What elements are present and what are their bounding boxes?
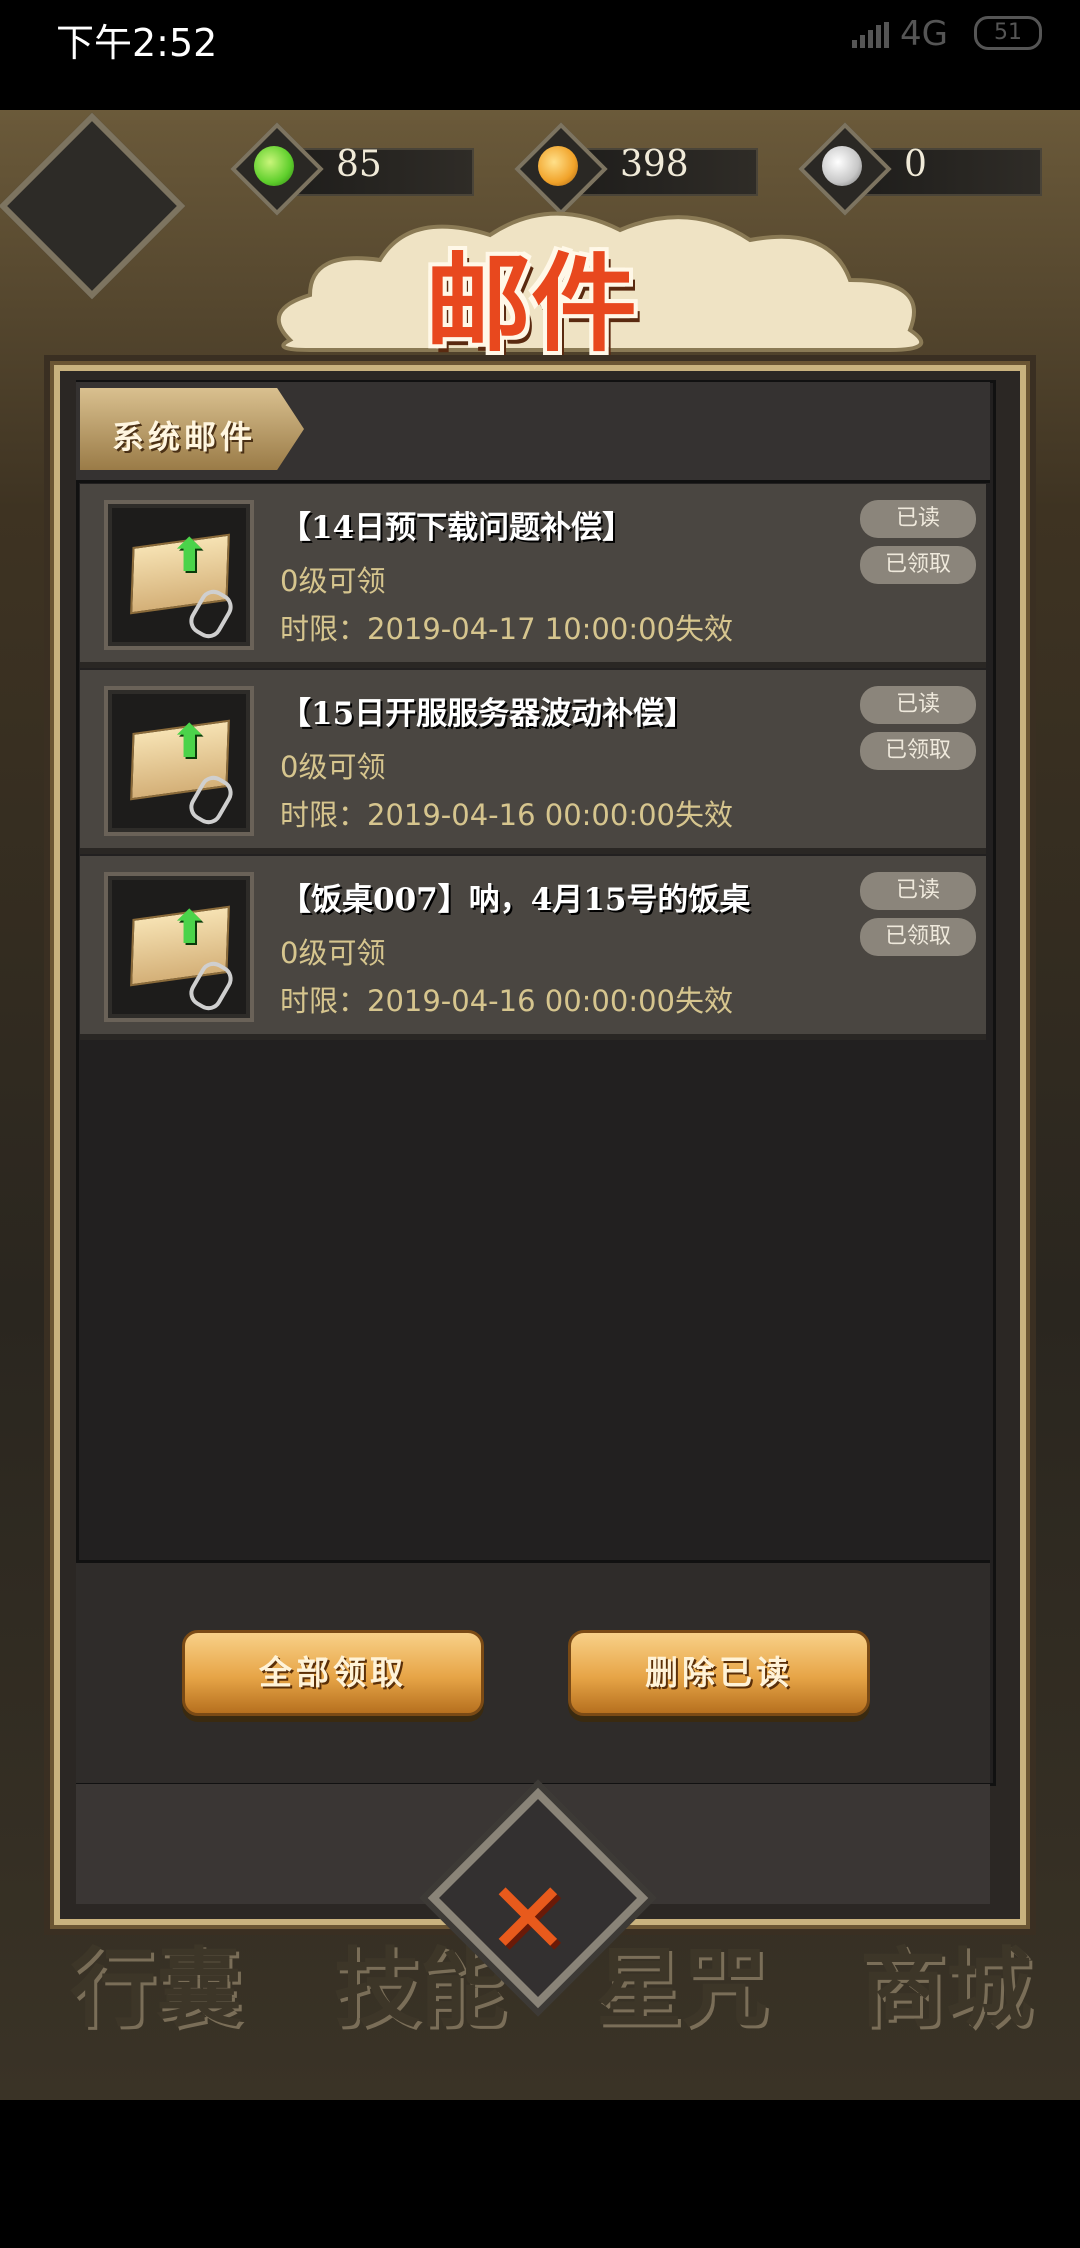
battery-icon: 51	[974, 16, 1042, 50]
mail-level: 0级可领	[280, 936, 386, 970]
mail-item[interactable]: ⬆ 【15日开服服务器波动补偿】 0级可领 时限：2019-04-16 00:0…	[80, 670, 986, 854]
close-icon[interactable]: ✕	[486, 1860, 570, 1977]
status-time: 下午2:52	[56, 21, 218, 65]
jade-value: 85	[336, 144, 382, 185]
silver-coin-icon	[798, 122, 892, 216]
read-badge: 已读	[860, 872, 976, 910]
mail-title: 【饭桌007】呐，4月15号的饭桌	[280, 882, 751, 918]
mail-expire: 时限：2019-04-16 00:00:00失效	[280, 798, 733, 832]
mail-icon-frame: ⬆	[104, 872, 254, 1022]
gold-coin-icon	[514, 122, 608, 216]
mail-icon-frame: ⬆	[104, 686, 254, 836]
mail-expire: 时限：2019-04-17 10:00:00失效	[280, 612, 733, 646]
bottom-bar	[0, 2100, 1080, 2248]
gold-orb	[538, 146, 578, 186]
gold-value: 398	[620, 144, 689, 185]
nav-bag[interactable]: 行囊	[70, 1918, 242, 2043]
jade-orb	[254, 146, 294, 186]
read-badge: 已读	[860, 686, 976, 724]
mail-item[interactable]: ⬆ 【14日预下载问题补偿】 0级可领 时限：2019-04-17 10:00:…	[80, 484, 986, 668]
mail-title: 【15日开服服务器波动补偿】	[280, 696, 696, 732]
mail-item[interactable]: ⬆ 【饭桌007】呐，4月15号的饭桌 0级可领 时限：2019-04-16 0…	[80, 856, 986, 1040]
delete-read-label: 删除已读	[645, 1653, 793, 1692]
arrow-up-icon: ⬆	[170, 714, 209, 768]
signal-icon	[852, 22, 889, 48]
claim-all-label: 全部领取	[259, 1653, 407, 1692]
battery-level: 51	[994, 20, 1022, 45]
claim-all-button[interactable]: 全部领取	[182, 1630, 484, 1716]
silver-orb	[822, 146, 862, 186]
mail-icon-frame: ⬆	[104, 500, 254, 650]
page-title: 邮件	[425, 241, 637, 366]
claimed-badge: 已领取	[860, 732, 976, 770]
read-badge: 已读	[860, 500, 976, 538]
mail-expire: 时限：2019-04-16 00:00:00失效	[280, 984, 733, 1018]
mail-level: 0级可领	[280, 750, 386, 784]
claimed-badge: 已领取	[860, 918, 976, 956]
arrow-up-icon: ⬆	[170, 528, 209, 582]
tab-system-mail-label: 系统邮件	[112, 418, 257, 456]
delete-read-button[interactable]: 删除已读	[568, 1630, 870, 1716]
mail-title: 【14日预下载问题补偿】	[280, 510, 634, 546]
arrow-up-icon: ⬆	[170, 900, 209, 954]
claimed-badge: 已领取	[860, 546, 976, 584]
nav-spells[interactable]: 星咒	[596, 1918, 768, 2043]
jade-icon	[230, 122, 324, 216]
network-type: 4G	[900, 14, 948, 54]
mail-level: 0级可领	[280, 564, 386, 598]
status-bar: 下午2:52 4G 51	[0, 0, 1080, 110]
nav-shop[interactable]: 商城	[860, 1918, 1032, 2043]
silver-value: 0	[904, 144, 927, 185]
